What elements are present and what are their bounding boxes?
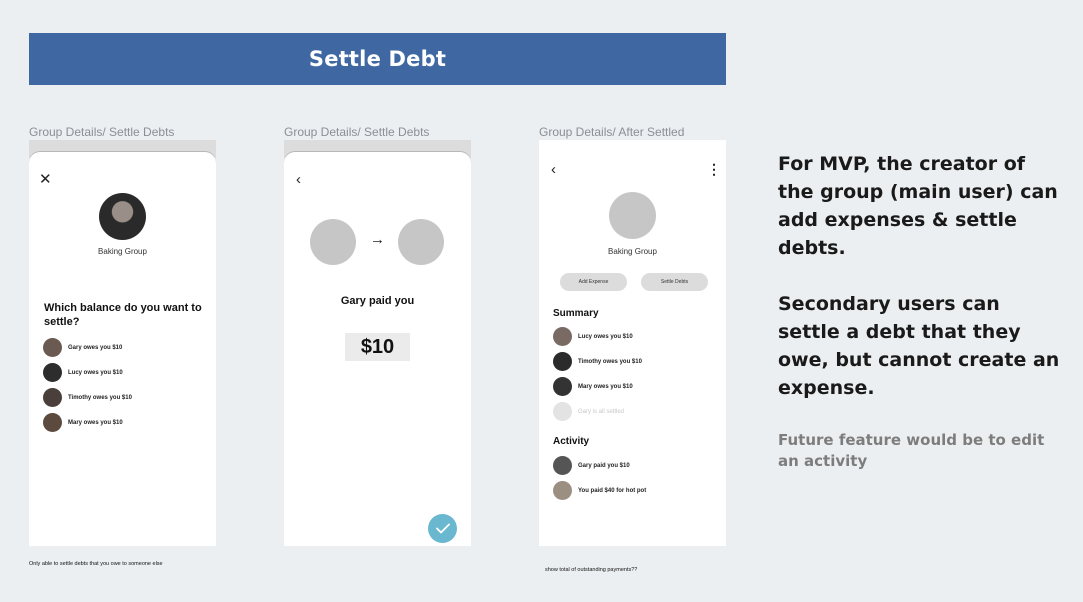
avatar — [43, 413, 62, 432]
add-expense-button[interactable]: Add Expense — [560, 273, 627, 291]
check-icon — [435, 523, 450, 534]
group-name: Baking Group — [98, 247, 147, 256]
group-avatar — [609, 192, 656, 239]
balance-row[interactable]: Mary owes you $10 — [43, 413, 123, 432]
frame1-note: Only able to settle debts that you owe t… — [29, 561, 163, 567]
arrow-right-icon: → — [370, 231, 385, 248]
balance-text: Mary owes you $10 — [68, 419, 123, 426]
settle-question: Which balance do you want to settle? — [44, 302, 202, 328]
frame-label-settle-debts-2: Group Details/ Settle Debts — [284, 125, 430, 139]
avatar — [553, 327, 572, 346]
summary-row: Lucy owes you $10 — [553, 327, 633, 346]
avatar — [553, 352, 572, 371]
avatar — [553, 481, 572, 500]
balance-row[interactable]: Gary owes you $10 — [43, 338, 122, 357]
phone-frame-group-details: ‹ ⋮ Baking Group Add Expense Settle Debt… — [539, 140, 726, 546]
avatar — [43, 363, 62, 382]
frame3-note: show total of outstanding payments?? — [545, 567, 638, 573]
phone-frame-settle-select: ✕ Baking Group Which balance do you want… — [29, 140, 216, 546]
avatar — [553, 402, 572, 421]
avatar — [43, 338, 62, 357]
settle-debts-button[interactable]: Settle Debts — [641, 273, 708, 291]
summary-row: Mary owes you $10 — [553, 377, 633, 396]
modal-sheet: ‹ → Gary paid you $10 — [284, 152, 471, 546]
summary-title: Summary — [553, 308, 599, 319]
summary-text: Mary owes you $10 — [578, 383, 633, 390]
summary-text: Timothy owes you $10 — [578, 358, 642, 365]
confirm-button[interactable] — [428, 514, 457, 543]
note-future-feature: Future feature would be to edit an activ… — [778, 431, 1045, 470]
payment-amount: $10 — [345, 333, 410, 361]
summary-text: Gary is all settled — [578, 408, 625, 415]
note-mvp: For MVP, the creator of the group (main … — [778, 153, 1058, 259]
group-name: Baking Group — [608, 247, 657, 256]
close-icon[interactable]: ✕ — [39, 172, 52, 187]
summary-text: Lucy owes you $10 — [578, 333, 633, 340]
balance-text: Lucy owes you $10 — [68, 369, 123, 376]
payer-avatar — [310, 219, 356, 265]
avatar — [43, 388, 62, 407]
phone-frame-settle-confirm: ‹ → Gary paid you $10 — [284, 140, 471, 546]
frame-label-settle-debts: Group Details/ Settle Debts — [29, 125, 175, 139]
activity-row[interactable]: You paid $40 for hot pot — [553, 481, 646, 500]
activity-text: You paid $40 for hot pot — [578, 487, 647, 494]
balance-row[interactable]: Timothy owes you $10 — [43, 388, 132, 407]
summary-row: Gary is all settled — [553, 402, 624, 421]
activity-title: Activity — [553, 436, 590, 447]
balance-text: Timothy owes you $10 — [68, 394, 132, 401]
chevron-left-icon[interactable]: ‹ — [551, 162, 556, 177]
payee-avatar — [398, 219, 444, 265]
frame-label-after-settled: Group Details/ After Settled — [539, 125, 685, 139]
note-secondary-users: Secondary users can settle a debt that t… — [778, 293, 1060, 399]
chevron-left-icon[interactable]: ‹ — [296, 172, 301, 187]
more-vertical-icon[interactable]: ⋮ — [707, 162, 721, 176]
summary-row: Timothy owes you $10 — [553, 352, 642, 371]
payment-title: Gary paid you — [340, 295, 415, 307]
balance-row[interactable]: Lucy owes you $10 — [43, 363, 123, 382]
avatar — [553, 377, 572, 396]
balance-text: Gary owes you $10 — [68, 344, 123, 351]
modal-sheet: ✕ Baking Group Which balance do you want… — [29, 152, 216, 546]
banner-title: Settle Debt — [29, 33, 726, 85]
avatar — [553, 456, 572, 475]
activity-text: Gary paid you $10 — [578, 462, 630, 469]
activity-row[interactable]: Gary paid you $10 — [553, 456, 630, 475]
group-avatar — [99, 193, 146, 240]
